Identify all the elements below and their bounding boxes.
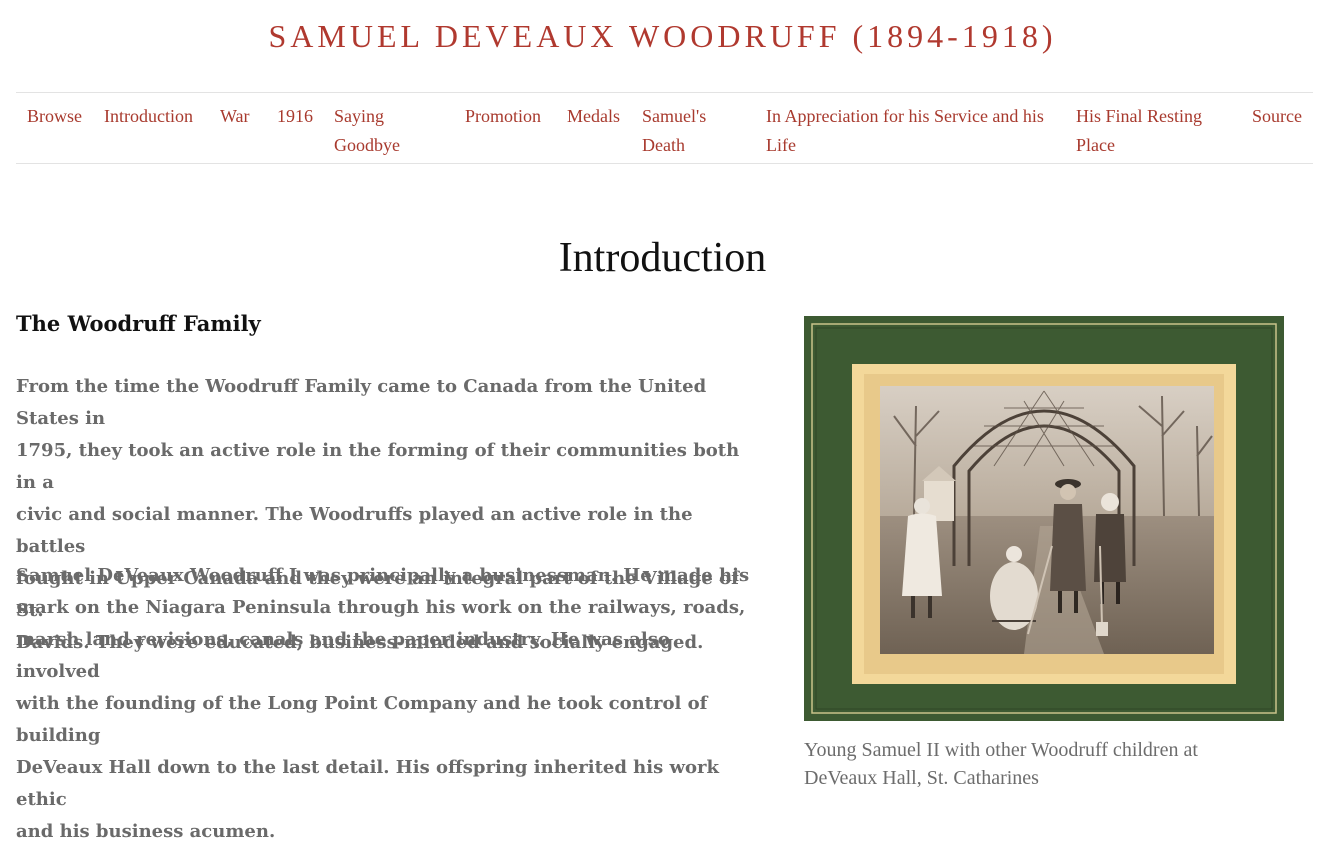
paragraph-samuel-i: Samuel DeVeaux Woodruff I was principall… [16, 560, 756, 848]
nav-item-medals[interactable]: Medals [567, 102, 620, 131]
nav-item-in-appreciation[interactable]: In Appreciation for his Service and his … [766, 102, 1044, 160]
nav-item-label: Medals [567, 106, 620, 126]
nav-item-label: Goodbye [334, 135, 400, 155]
photo-caption: Young Samuel II with other Woodruff chil… [804, 736, 1304, 792]
paragraph-line: marsh land revisions, canals and the pap… [16, 629, 670, 682]
caption-line: DeVeaux Hall, St. Catharines [804, 767, 1039, 789]
nav-item-label: Death [642, 135, 685, 155]
main-nav: Browse Introduction War 1916 Saying Good… [16, 92, 1313, 164]
paragraph-line: Samuel DeVeaux Woodruff I was principall… [16, 565, 750, 586]
nav-item-browse[interactable]: Browse [27, 102, 82, 131]
paragraph-line: 1795, they took an active role in the fo… [16, 440, 740, 493]
page-title: Introduction [558, 235, 767, 281]
nav-item-label: Saying [334, 106, 385, 126]
nav-item-label: War [220, 106, 250, 126]
paragraph-line: DeVeaux Hall down to the last detail. Hi… [16, 757, 719, 810]
paragraph-line: From the time the Woodruff Family came t… [16, 376, 707, 429]
nav-item-label: Samuel's [642, 106, 707, 126]
paragraph-line: mark on the Niagara Peninsula through hi… [16, 597, 746, 618]
nav-item-1916[interactable]: 1916 [277, 102, 313, 131]
nav-item-label: Promotion [465, 106, 542, 126]
paragraph-line: and his business acumen. [16, 821, 276, 842]
caption-line: Young Samuel II with other Woodruff chil… [804, 739, 1198, 761]
nav-item-final-resting-place[interactable]: His Final Resting Place [1076, 102, 1202, 160]
nav-item-war[interactable]: War [220, 102, 250, 131]
paragraph-line: with the founding of the Long Point Comp… [16, 693, 708, 746]
nav-item-samuels-death[interactable]: Samuel's Death [642, 102, 706, 160]
nav-item-label: Introduction [104, 106, 193, 126]
nav-item-introduction[interactable]: Introduction [104, 102, 193, 131]
family-photo[interactable] [804, 316, 1284, 721]
nav-item-label: 1916 [277, 106, 313, 126]
nav-item-label: His Final Resting [1076, 106, 1203, 126]
nav-item-promotion[interactable]: Promotion [465, 102, 541, 131]
nav-item-label: Source [1252, 106, 1302, 126]
nav-item-label: Browse [27, 106, 82, 126]
paragraph-line: civic and social manner. The Woodruffs p… [16, 504, 693, 557]
section-heading: The Woodruff Family [16, 311, 261, 336]
nav-item-saying-goodbye[interactable]: Saying Goodbye [334, 102, 400, 160]
nav-item-source[interactable]: Source [1252, 102, 1302, 131]
nav-item-label: In Appreciation for his Service and his [766, 106, 1044, 126]
nav-item-label: Place [1076, 135, 1115, 155]
photo-illustration [804, 316, 1284, 721]
site-title[interactable]: SAMUEL DEVEAUX WOODRUFF (1894-1918) [0, 18, 1325, 55]
nav-item-label: Life [766, 135, 796, 155]
